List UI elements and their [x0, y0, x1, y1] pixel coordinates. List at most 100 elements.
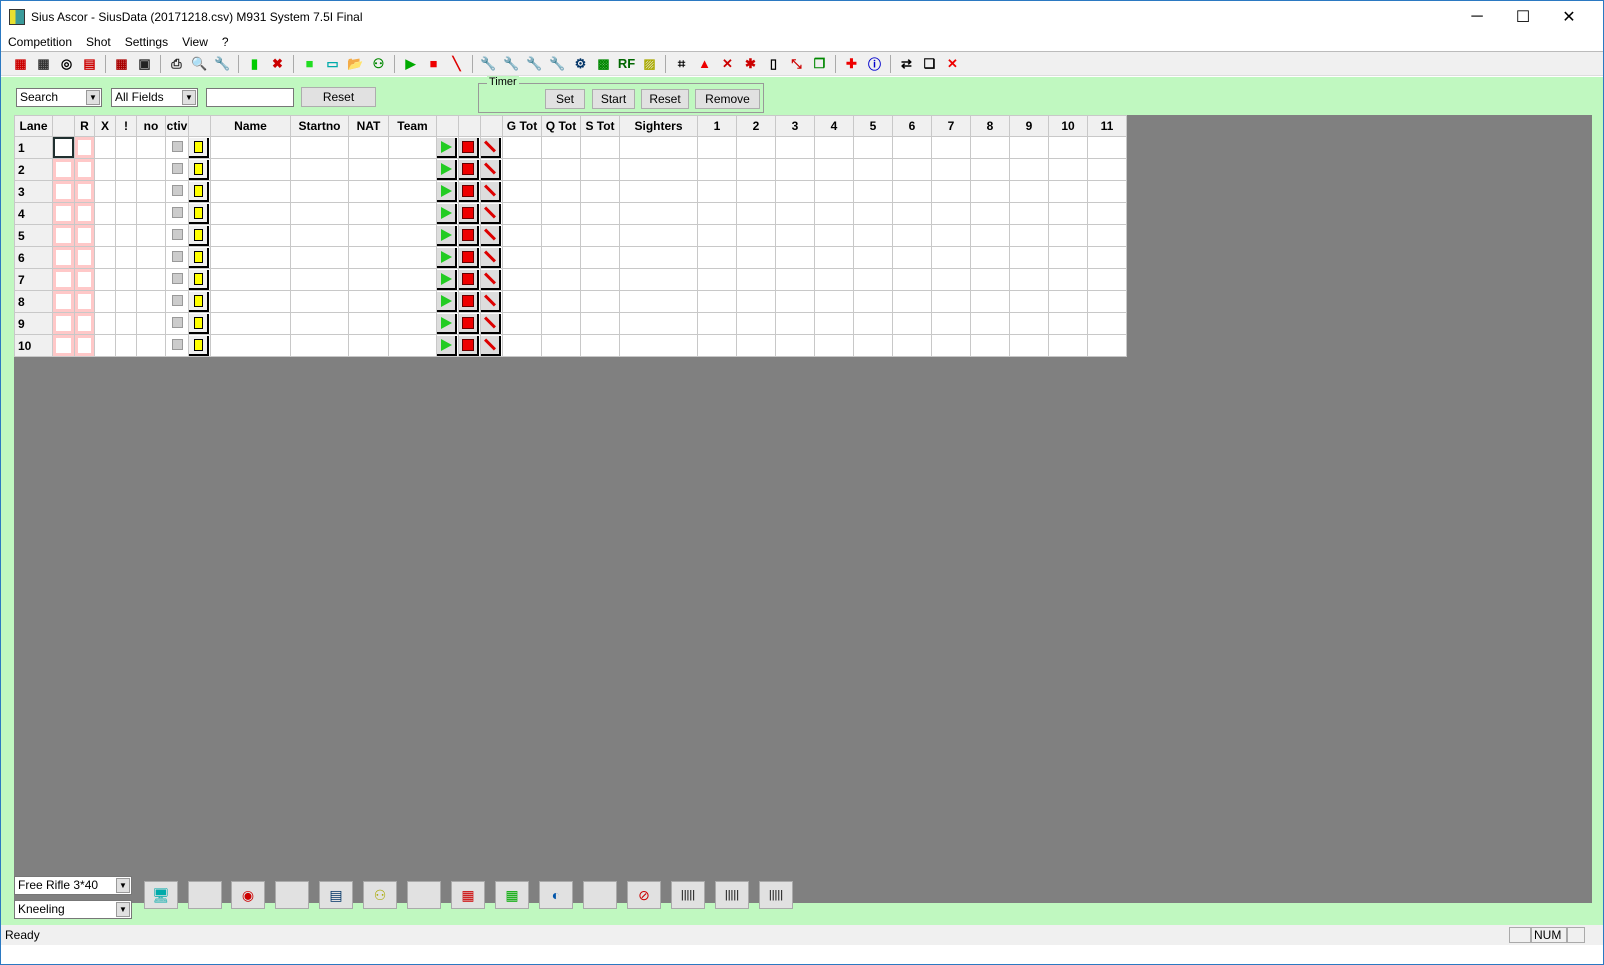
- menu-settings[interactable]: Settings: [118, 35, 175, 49]
- column-header[interactable]: 3: [775, 115, 815, 137]
- column-header[interactable]: 6: [892, 115, 932, 137]
- grid-cell[interactable]: [388, 202, 437, 225]
- flag-cell[interactable]: [74, 334, 95, 357]
- grid-cell[interactable]: [931, 202, 971, 225]
- menu-view[interactable]: View: [175, 35, 215, 49]
- lane-start-button[interactable]: [437, 181, 457, 202]
- grid-cell[interactable]: [580, 180, 620, 203]
- grid-cell[interactable]: [853, 246, 893, 269]
- grid-cell[interactable]: [1087, 312, 1127, 335]
- grid-cell[interactable]: [892, 158, 932, 181]
- blank-button[interactable]: [407, 881, 441, 909]
- flag-cell[interactable]: [74, 136, 95, 159]
- grid-cell[interactable]: [188, 180, 211, 203]
- search-field-select[interactable]: All Fields ▼: [111, 88, 198, 107]
- search-input[interactable]: [206, 88, 294, 107]
- monitor-icon[interactable]: ▭: [321, 54, 344, 74]
- flag-cell[interactable]: [74, 180, 95, 203]
- grid-cell[interactable]: [736, 246, 776, 269]
- grid-cell[interactable]: [115, 312, 137, 335]
- grid-cell[interactable]: [136, 290, 166, 313]
- flag-cell[interactable]: [74, 158, 95, 181]
- column-header[interactable]: [458, 115, 481, 137]
- flag-cell[interactable]: [52, 312, 75, 335]
- grid-cell[interactable]: [853, 224, 893, 247]
- grid-cell[interactable]: [619, 224, 698, 247]
- grid-cell[interactable]: [697, 290, 737, 313]
- warning-icon[interactable]: ▲: [693, 54, 716, 74]
- grid-cell[interactable]: [480, 312, 503, 335]
- grid-cell[interactable]: [136, 312, 166, 335]
- grid-cell[interactable]: [1009, 136, 1049, 159]
- grid-cell[interactable]: [541, 246, 581, 269]
- transfer-icon[interactable]: ⇄: [895, 54, 918, 74]
- grid-cell[interactable]: [1087, 224, 1127, 247]
- grid-cell[interactable]: [458, 334, 481, 357]
- grid-cell[interactable]: [970, 268, 1010, 291]
- lane-stop-button[interactable]: [459, 203, 479, 224]
- chevron-down-icon[interactable]: ▼: [86, 90, 100, 105]
- document-button[interactable]: [189, 313, 209, 334]
- barcode2-icon[interactable]: |||||: [715, 881, 749, 909]
- grid-cell[interactable]: [502, 290, 542, 313]
- document-button[interactable]: [189, 137, 209, 158]
- column-header[interactable]: [480, 115, 503, 137]
- lane-start-button[interactable]: [437, 137, 457, 158]
- grid-cell[interactable]: [94, 268, 116, 291]
- grid-cell[interactable]: [580, 136, 620, 159]
- grid-cell[interactable]: [1009, 158, 1049, 181]
- grid-cell[interactable]: [136, 224, 166, 247]
- grid-cell[interactable]: [1009, 290, 1049, 313]
- grid-cell[interactable]: [697, 136, 737, 159]
- grid-cell[interactable]: [480, 202, 503, 225]
- grid-cell[interactable]: [94, 136, 116, 159]
- lane-start-button[interactable]: [437, 159, 457, 180]
- grid-cell[interactable]: [502, 246, 542, 269]
- grid-cell[interactable]: [697, 224, 737, 247]
- discipline-select[interactable]: Free Rifle 3*40 ▼: [14, 876, 132, 895]
- grid-cell[interactable]: [480, 268, 503, 291]
- color-grid-icon[interactable]: ▦: [110, 54, 133, 74]
- wrench-icon[interactable]: 🔧: [211, 54, 234, 74]
- active-checkbox[interactable]: [172, 272, 183, 284]
- menu-help[interactable]: ?: [215, 35, 236, 49]
- lane-start-button[interactable]: [437, 335, 457, 356]
- monitor-erase-icon[interactable]: 🖥: [144, 881, 178, 909]
- grid-cell[interactable]: [502, 136, 542, 159]
- lane-stop-button[interactable]: [459, 269, 479, 290]
- grid-cell[interactable]: [970, 136, 1010, 159]
- grid-cell[interactable]: [502, 158, 542, 181]
- grid-cell[interactable]: [580, 312, 620, 335]
- corners-icon[interactable]: ⌗: [670, 54, 693, 74]
- grid-cell[interactable]: [115, 246, 137, 269]
- search-mode-select[interactable]: Search ▼: [16, 88, 102, 107]
- grid-cell[interactable]: [931, 268, 971, 291]
- grid-cell[interactable]: [619, 246, 698, 269]
- lane-stop-button[interactable]: [459, 247, 479, 268]
- grid-cell[interactable]: [165, 136, 189, 159]
- grid-cell[interactable]: [619, 136, 698, 159]
- grid-cell[interactable]: [580, 246, 620, 269]
- grid-cell[interactable]: [436, 290, 459, 313]
- grid-cell[interactable]: [931, 136, 971, 159]
- grid-cell[interactable]: [388, 136, 437, 159]
- grid-cell[interactable]: [94, 158, 116, 181]
- lane-marker-button[interactable]: [481, 291, 501, 312]
- documents-icon[interactable]: ❏: [918, 54, 941, 74]
- grid-cell[interactable]: [775, 202, 815, 225]
- bug-icon[interactable]: ✱: [739, 54, 762, 74]
- grid-cell[interactable]: [931, 290, 971, 313]
- flag-cell[interactable]: [74, 246, 95, 269]
- grid-cell[interactable]: [94, 334, 116, 357]
- grid-cell[interactable]: [697, 312, 737, 335]
- grid-cell[interactable]: [892, 334, 932, 357]
- lane-stop-button[interactable]: [459, 291, 479, 312]
- grid-cell[interactable]: [892, 246, 932, 269]
- grid-cell[interactable]: [210, 334, 291, 357]
- grid-cell[interactable]: [436, 202, 459, 225]
- print-icon[interactable]: ⎙: [165, 54, 188, 74]
- tool7-icon[interactable]: ▨: [638, 54, 661, 74]
- grid-cell[interactable]: [188, 312, 211, 335]
- maximize-button[interactable]: ☐: [1500, 1, 1546, 32]
- grid-cell[interactable]: [541, 136, 581, 159]
